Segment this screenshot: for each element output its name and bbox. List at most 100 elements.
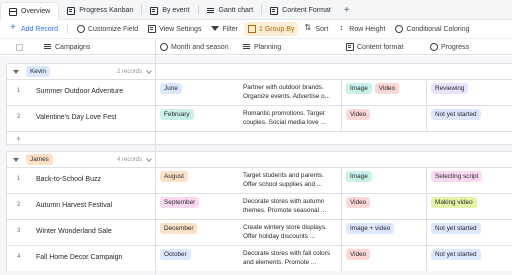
format-cell[interactable]: Video bbox=[346, 109, 373, 120]
row-height-label: Row Height bbox=[349, 25, 386, 33]
kanban-icon bbox=[67, 6, 76, 15]
format-cell[interactable]: Video bbox=[346, 249, 373, 260]
campaign-name[interactable]: Summer Outdoor Adventure bbox=[36, 88, 123, 95]
progress-tag: Making video bbox=[431, 197, 477, 208]
table-row[interactable]: 4 Fall Home Decor Campaign October Decor… bbox=[6, 245, 512, 271]
chevron-down-icon[interactable] bbox=[146, 156, 152, 162]
tab-gantt-chart[interactable]: Gantt chart bbox=[199, 2, 262, 19]
column-divider bbox=[341, 220, 342, 245]
table-row[interactable]: 2 Autumn Harvest Festival September Deco… bbox=[6, 193, 512, 219]
month-cell[interactable]: December bbox=[160, 223, 200, 234]
group-header-james[interactable]: James 4 records bbox=[6, 151, 156, 167]
format-tags: Video bbox=[346, 249, 373, 260]
month-cell[interactable]: September bbox=[160, 197, 202, 208]
column-header-month[interactable]: Month and season bbox=[160, 39, 229, 55]
view-tab-bar: Overview Progress Kanban By event Gantt … bbox=[0, 0, 512, 20]
sort-label: Sort bbox=[315, 25, 329, 33]
sort-button[interactable]: Sort bbox=[300, 22, 332, 36]
row-height-icon bbox=[338, 23, 346, 33]
progress-cell[interactable]: Selecting script bbox=[431, 171, 485, 182]
add-record-button[interactable]: Add Record bbox=[6, 22, 62, 36]
column-header-content-format[interactable]: Content format bbox=[346, 39, 403, 55]
table-row[interactable]: 2 Valentine's Day Love Fest February Rom… bbox=[6, 105, 512, 131]
format-cell[interactable]: Video bbox=[346, 197, 373, 208]
group-icon bbox=[248, 25, 257, 33]
format-cell[interactable]: Image bbox=[346, 171, 375, 182]
month-cell[interactable]: August bbox=[160, 171, 191, 182]
campaign-name[interactable]: Valentine's Day Love Fest bbox=[36, 114, 117, 121]
group-record-count: 2 records bbox=[116, 68, 142, 75]
format-tags: Video bbox=[346, 109, 373, 120]
tab-label: Content Format bbox=[282, 7, 331, 14]
collapse-caret-icon[interactable] bbox=[13, 69, 19, 74]
month-cell[interactable]: October bbox=[160, 249, 194, 260]
filter-button[interactable]: Filter bbox=[207, 22, 242, 36]
collapse-caret-icon[interactable] bbox=[13, 157, 19, 162]
progress-cell[interactable]: Not yet started bbox=[431, 249, 484, 260]
format-tag: Video bbox=[374, 83, 399, 94]
tab-overview[interactable]: Overview bbox=[0, 2, 60, 20]
tab-content-format[interactable]: Content Format bbox=[262, 2, 339, 19]
tab-progress-kanban[interactable]: Progress Kanban bbox=[59, 2, 141, 19]
row-height-button[interactable]: Row Height bbox=[334, 22, 389, 36]
column-divider bbox=[426, 80, 427, 105]
tab-label: Progress Kanban bbox=[79, 7, 134, 14]
progress-cell[interactable]: Reviewing bbox=[431, 83, 471, 94]
group-header-kevin[interactable]: Kevin 2 records bbox=[6, 63, 156, 79]
column-header-campaigns[interactable]: Campaigns bbox=[44, 39, 90, 55]
column-header-label: Planning bbox=[254, 43, 282, 51]
select-all-checkbox[interactable] bbox=[16, 39, 23, 55]
planning-cell[interactable]: Partner with outdoor brands. Organize ev… bbox=[243, 83, 339, 102]
progress-tag: Not yet started bbox=[431, 109, 481, 120]
column-divider bbox=[426, 168, 427, 193]
plus-icon bbox=[10, 22, 18, 33]
column-header-label: Progress bbox=[441, 43, 470, 51]
format-cell[interactable]: Image + video bbox=[346, 223, 397, 234]
customize-field-label: Customize Field bbox=[87, 25, 139, 33]
table-row[interactable]: 1 Back-to-School Buzz August Target stud… bbox=[6, 167, 512, 193]
view-settings-button[interactable]: View Settings bbox=[144, 22, 205, 36]
planning-cell[interactable]: Target students and parents. Offer schoo… bbox=[243, 171, 339, 190]
campaign-name[interactable]: Fall Home Decor Campaign bbox=[36, 254, 122, 261]
customize-field-button[interactable]: Customize Field bbox=[73, 22, 142, 36]
planning-cell[interactable]: Create wintery store displays. Offer hol… bbox=[243, 223, 339, 242]
table-row[interactable]: 1 Summer Outdoor Adventure June Partner … bbox=[6, 79, 512, 105]
campaign-name[interactable]: Winter Wonderland Sale bbox=[36, 228, 112, 235]
group-name-tag: Kevin bbox=[26, 66, 50, 77]
column-divider bbox=[341, 106, 342, 131]
row-number: 2 bbox=[17, 202, 21, 208]
progress-cell[interactable]: Not yet started bbox=[431, 223, 484, 234]
planning-cell[interactable]: Decorate stores with autumn themes. Prom… bbox=[243, 197, 339, 216]
column-header-planning[interactable]: Planning bbox=[243, 39, 281, 55]
group-by-label: 1 Group By bbox=[259, 25, 295, 33]
tab-by-event[interactable]: By event bbox=[142, 2, 197, 19]
planning-cell[interactable]: Romantic promotions. Target couples. Soc… bbox=[243, 109, 339, 128]
chevron-down-icon[interactable] bbox=[146, 68, 152, 74]
add-row-button[interactable]: + bbox=[6, 131, 156, 145]
checkbox[interactable] bbox=[16, 43, 23, 51]
conditional-coloring-button[interactable]: Conditional Coloring bbox=[391, 22, 473, 36]
month-tag: February bbox=[160, 109, 194, 120]
view-settings-label: View Settings bbox=[159, 25, 202, 33]
format-cell[interactable]: Image Video bbox=[346, 83, 402, 94]
text-field-icon bbox=[243, 43, 251, 51]
group-by-button[interactable]: 1 Group By bbox=[244, 22, 299, 36]
month-cell[interactable]: February bbox=[160, 109, 197, 120]
column-header-label: Content format bbox=[357, 43, 404, 51]
plus-icon: + bbox=[16, 134, 22, 144]
group-record-count: 4 records bbox=[116, 156, 142, 163]
multi-select-icon bbox=[346, 43, 354, 51]
column-divider bbox=[426, 220, 427, 245]
progress-cell[interactable]: Not yet started bbox=[431, 109, 484, 120]
planning-cell[interactable]: Decorate stores with fall colors and ele… bbox=[243, 249, 339, 268]
table-row[interactable]: 3 Winter Wonderland Sale December Create… bbox=[6, 219, 512, 245]
add-view-button[interactable]: + bbox=[339, 2, 355, 19]
campaign-name[interactable]: Back-to-School Buzz bbox=[36, 176, 101, 183]
column-divider bbox=[426, 246, 427, 271]
add-row-fill bbox=[156, 131, 512, 145]
campaign-name[interactable]: Autumn Harvest Festival bbox=[36, 202, 112, 209]
month-cell[interactable]: June bbox=[160, 83, 185, 94]
progress-cell[interactable]: Making video bbox=[431, 197, 480, 208]
progress-tag: Not yet started bbox=[431, 223, 481, 234]
column-header-progress[interactable]: Progress bbox=[430, 39, 469, 55]
